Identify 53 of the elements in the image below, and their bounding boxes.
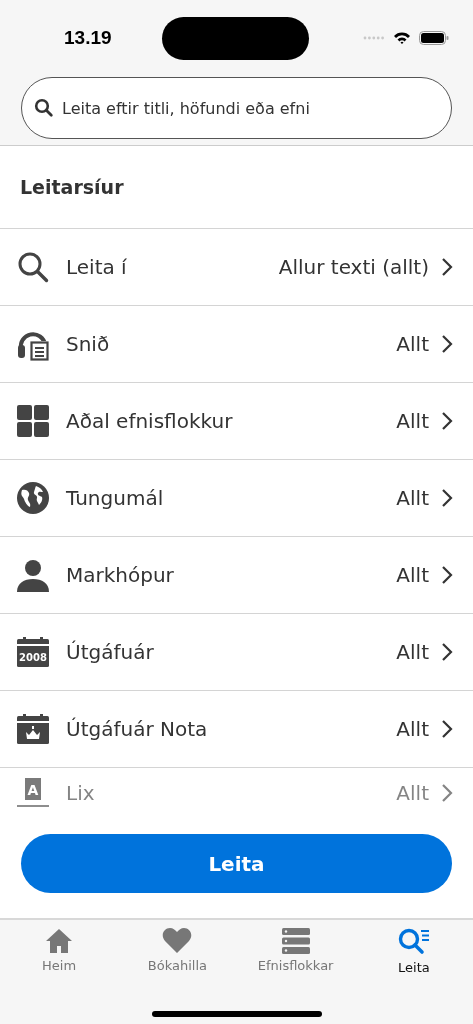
filter-label: Útgáfuár Nota bbox=[66, 717, 209, 741]
chevron-icon bbox=[441, 411, 453, 431]
filter-label: Tungumál bbox=[66, 486, 165, 510]
chevron-icon bbox=[441, 257, 453, 277]
filter-label: Aðal efnisflokkur bbox=[66, 409, 234, 433]
filter-label: Leita í bbox=[66, 255, 128, 279]
filter-row[interactable]: 2008 Útgáfuár Allt bbox=[0, 614, 473, 691]
filter-row[interactable]: Aðal efnisflokkur Allt bbox=[0, 383, 473, 460]
filter-row[interactable]: Útgáfuár Nota Allt bbox=[0, 691, 473, 768]
filter-value: Allt bbox=[396, 486, 429, 510]
signal-icon bbox=[363, 36, 385, 40]
filter-value: Allt bbox=[396, 640, 429, 664]
chevron-icon bbox=[441, 488, 453, 508]
chevron-icon bbox=[441, 334, 453, 354]
filter-value: Allt bbox=[396, 332, 429, 356]
filter-row[interactable]: Tungumál Allt bbox=[0, 460, 473, 537]
home-icon bbox=[45, 928, 74, 954]
globe-icon bbox=[16, 481, 50, 515]
heart-icon bbox=[162, 928, 193, 954]
filter-value: Allt bbox=[396, 781, 429, 805]
filter-label: Lix bbox=[66, 781, 96, 805]
filter-row[interactable]: Snið Allt bbox=[0, 306, 473, 383]
wifi-icon bbox=[393, 31, 411, 45]
chevron-icon bbox=[441, 642, 453, 662]
list-icon bbox=[281, 928, 310, 954]
chevron-icon bbox=[441, 565, 453, 585]
search-button[interactable]: Leita bbox=[21, 834, 452, 893]
filter-row[interactable]: A Lix Allt bbox=[0, 768, 473, 818]
search-icon bbox=[16, 250, 50, 284]
search-list-icon bbox=[397, 928, 430, 956]
section-title: Leitarsíur bbox=[20, 176, 124, 198]
filter-value: Allt bbox=[396, 563, 429, 587]
tab-item[interactable]: Efnisflokkar bbox=[236, 928, 355, 1024]
search-field[interactable]: Leita eftir titli, höfundi eða efni bbox=[21, 77, 452, 139]
chevron-icon bbox=[441, 783, 453, 803]
filter-value: Allur texti (allt) bbox=[278, 255, 429, 279]
filter-row[interactable]: Markhópur Allt bbox=[0, 537, 473, 614]
chevron-icon bbox=[441, 719, 453, 739]
filter-value: Allt bbox=[396, 409, 429, 433]
filter-value: Allt bbox=[396, 717, 429, 741]
battery-icon bbox=[419, 31, 449, 45]
calendar-crown-icon bbox=[17, 714, 49, 744]
filter-label: Markhópur bbox=[66, 563, 175, 587]
tab-item[interactable]: Bókahilla bbox=[118, 928, 237, 1024]
person-icon bbox=[16, 558, 50, 592]
status-time: 13.19 bbox=[64, 27, 113, 49]
calendar-icon: 2008 bbox=[17, 637, 49, 667]
grid-icon bbox=[17, 405, 49, 437]
tab-item[interactable]: Heim bbox=[0, 928, 119, 1024]
filter-row[interactable]: Leita í Allur texti (allt) bbox=[0, 229, 473, 306]
filter-label: Útgáfuár bbox=[66, 640, 155, 664]
filter-label: Snið bbox=[66, 332, 111, 356]
tab-item[interactable]: Leita bbox=[354, 928, 473, 1024]
